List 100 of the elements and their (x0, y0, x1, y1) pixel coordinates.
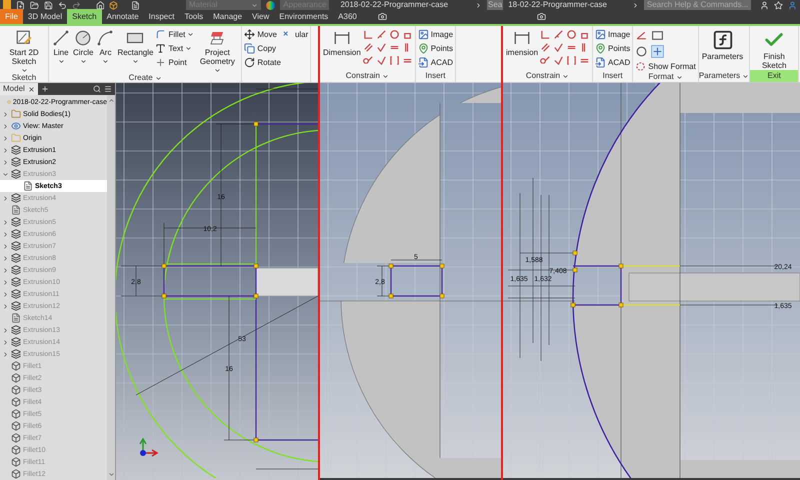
ribbon-tool[interactable]: Arc (95, 29, 116, 65)
ribbon-tool[interactable]: Points (595, 43, 630, 54)
ribbon-tool[interactable]: Project Geometry (195, 29, 240, 74)
constraint-icon[interactable] (376, 55, 387, 66)
box-icon[interactable] (109, 0, 118, 10)
ribbon-tool[interactable]: Image (418, 29, 454, 40)
home-icon[interactable] (96, 0, 104, 10)
text-icon (155, 43, 166, 54)
sketch-point[interactable] (388, 264, 394, 268)
ribbon-tab[interactable]: Environments (274, 9, 334, 24)
ribbon-group-label: Sketch (10, 74, 38, 82)
sketch-point[interactable] (254, 294, 258, 298)
constraint-icon[interactable] (553, 55, 564, 66)
fillet-icon (11, 397, 21, 407)
extrusion-icon (11, 193, 21, 203)
sketch-construction-line[interactable] (164, 124, 256, 300)
ribbon-tool[interactable]: Dimension (322, 29, 362, 57)
sketch-plane-icon (15, 29, 33, 47)
sketch-point[interactable] (388, 294, 394, 298)
ribbon-group-label: Constrain (503, 70, 592, 82)
ribbon-tool[interactable]: Image (595, 29, 630, 40)
ribbon-tool[interactable]: ular (282, 29, 308, 40)
ribbon-tool[interactable]: Text (155, 43, 194, 54)
menu-icon[interactable] (104, 85, 112, 93)
sketch-line[interactable] (620, 266, 680, 306)
ribbon-tool[interactable]: Start 2D Sketch (2, 29, 46, 74)
ribbon-tab[interactable]: View (247, 9, 274, 24)
sketch-point[interactable] (162, 294, 166, 298)
constraint-icon[interactable] (376, 42, 387, 53)
sketch-profile[interactable] (390, 265, 443, 297)
constraint-icon[interactable] (566, 55, 578, 66)
ribbon-tool[interactable]: Parameters (700, 29, 744, 61)
ribbon-tool[interactable]: Show Format (635, 61, 696, 72)
star-icon[interactable] (774, 0, 784, 10)
constraint-icon[interactable] (540, 29, 552, 40)
ribbon-tool[interactable]: Move (244, 29, 281, 40)
ribbon-tool[interactable]: Fillet (155, 29, 194, 40)
ribbon-tab[interactable]: 3D Model (22, 9, 68, 24)
redo-icon[interactable] (72, 0, 81, 10)
constraint-icon[interactable] (376, 29, 387, 40)
sketch-point[interactable] (254, 264, 258, 268)
caret-icon (20, 67, 28, 74)
camera-icon[interactable] (536, 12, 546, 21)
ribbon-tool[interactable]: ACAD (418, 57, 454, 68)
scroll-up-icon[interactable] (108, 97, 114, 104)
ribbon-tab[interactable]: A360 (333, 9, 362, 24)
ribbon-tool[interactable]: Finish Sketch (752, 29, 796, 70)
new-file-icon[interactable] (16, 0, 25, 10)
sketch-point[interactable] (618, 302, 624, 308)
sketch-point[interactable] (570, 302, 576, 308)
ribbon-tab[interactable]: Annotate (102, 9, 144, 24)
undo-icon[interactable] (58, 0, 67, 10)
constraint-icon[interactable] (362, 29, 374, 40)
user-icon[interactable] (788, 0, 798, 10)
ribbon-tool[interactable]: Points (418, 43, 454, 54)
ribbon-tab[interactable]: Sketch (67, 9, 102, 24)
open-folder-icon[interactable] (30, 0, 39, 10)
ribbon-tab[interactable]: Tools (179, 9, 208, 24)
ribbon-tab[interactable]: Inspect (144, 9, 180, 24)
angle-icon[interactable] (635, 29, 648, 42)
ribbon-tool[interactable]: Rectangle (116, 29, 154, 65)
constraint-icon[interactable] (566, 29, 578, 40)
sketch-point[interactable] (572, 268, 578, 272)
sketch-point[interactable] (162, 264, 166, 268)
sketch-point[interactable] (254, 438, 258, 442)
sketch-point[interactable] (618, 264, 624, 268)
constraint-icon[interactable] (388, 29, 400, 40)
scroll-down-icon[interactable] (108, 471, 114, 478)
sketch-profile[interactable] (573, 265, 622, 306)
ribbon-tool[interactable]: ACAD (595, 57, 630, 68)
camera-icon[interactable] (378, 12, 387, 21)
constraint-icon[interactable] (553, 29, 564, 40)
crosshair-icon[interactable] (651, 45, 664, 58)
save-icon[interactable] (44, 0, 53, 10)
ribbon-tool[interactable]: Rotate (244, 57, 281, 68)
ribbon-tool[interactable]: Copy (244, 43, 281, 54)
sketch-point[interactable] (572, 250, 578, 256)
constraint-icon[interactable] (540, 55, 552, 66)
sketch-point[interactable] (440, 294, 444, 298)
ribbon-tool[interactable]: Line (51, 29, 71, 65)
constraint-icon[interactable] (553, 42, 564, 53)
extrusion-icon (11, 229, 21, 239)
ribbon-tool[interactable]: Point (155, 57, 194, 68)
search-icon[interactable] (93, 85, 101, 93)
document-icon[interactable] (131, 0, 140, 10)
add-icon[interactable] (40, 85, 49, 93)
constraint-icon[interactable] (362, 55, 374, 66)
constraint-icon[interactable] (540, 42, 552, 53)
ribbon-tool[interactable]: imension (505, 29, 540, 57)
constraint-icon[interactable] (362, 42, 374, 53)
constraint-icon[interactable] (388, 55, 400, 66)
browser-tab[interactable]: Model (0, 83, 38, 95)
scrollbar[interactable] (107, 95, 115, 480)
ribbon-tab[interactable]: Manage (208, 9, 248, 24)
user-pin-icon[interactable] (760, 0, 770, 10)
circle-icon[interactable] (635, 45, 648, 58)
sketch-point[interactable] (254, 122, 258, 126)
sketch-point[interactable] (440, 264, 444, 268)
ribbon-tool[interactable]: Circle (72, 29, 94, 65)
close-icon[interactable] (28, 86, 35, 92)
